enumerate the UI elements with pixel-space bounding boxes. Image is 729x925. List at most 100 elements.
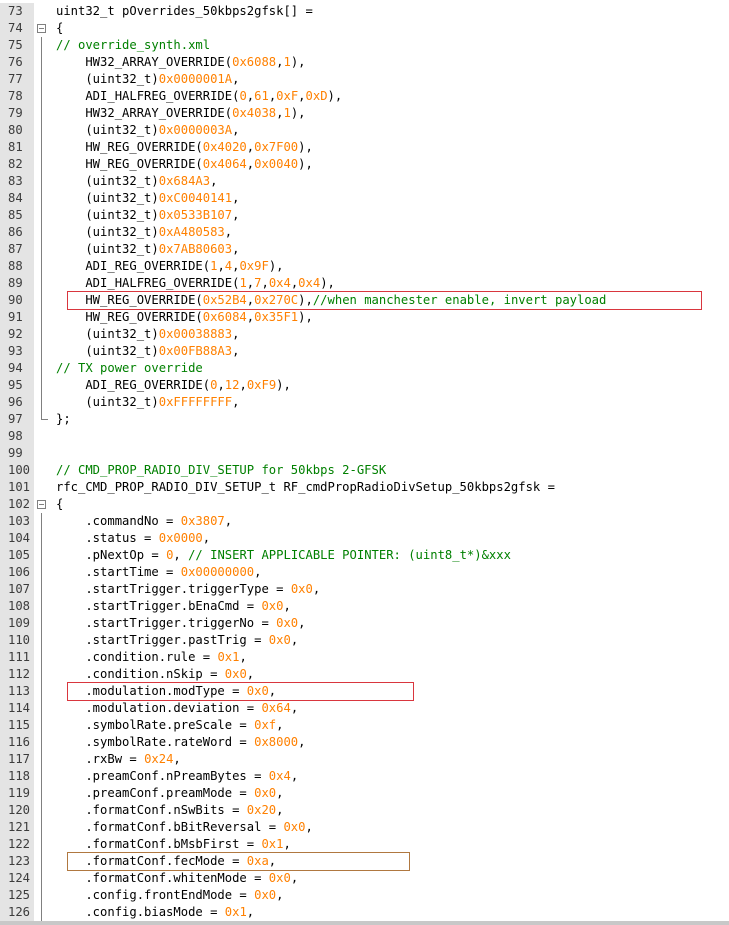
line-number: 85 <box>0 207 34 224</box>
number-literal: 0x24 <box>144 752 174 766</box>
number-literal: 0x4064 <box>202 157 247 171</box>
fold-collapse-icon[interactable] <box>34 496 50 513</box>
line-number: 94 <box>0 360 34 377</box>
code-text: rfc_CMD_PROP_RADIO_DIV_SETUP_t RF_cmdPro… <box>56 479 555 496</box>
number-literal: 0x0 <box>254 888 277 902</box>
code-editor[interactable]: 73 uint32_t pOverrides_50kbps2gfsk[] = 74 {… <box>0 0 729 925</box>
code-line[interactable]: 99 <box>0 445 729 462</box>
line-number: 114 <box>0 700 34 717</box>
code-token: ADI_REG_OVERRIDE( <box>56 259 211 273</box>
code-text: // TX power override <box>56 360 203 377</box>
code-comment: // INSERT APPLICABLE POINTER: (uint8_t*)… <box>188 548 511 562</box>
fold-margin <box>34 3 50 20</box>
code-line[interactable]: 92 (uint32_t)0x00038883, <box>0 326 729 343</box>
code-line[interactable]: 80 (uint32_t)0x0000003A, <box>0 122 729 139</box>
fold-margin <box>34 54 50 71</box>
code-line[interactable]: 112 .condition.nSkip = 0x0, <box>0 666 729 683</box>
code-token: .condition.nSkip = <box>56 667 225 681</box>
code-line[interactable]: 116 .symbolRate.rateWord = 0x8000, <box>0 734 729 751</box>
code-text: HW_REG_OVERRIDE(0x6084,0x35F1), <box>56 309 313 326</box>
code-text: .startTrigger.bEnaCmd = 0x0, <box>56 598 290 615</box>
code-text: .modulation.deviation = 0x64, <box>56 700 298 717</box>
code-line[interactable]: 124 .formatConf.whitenMode = 0x0, <box>0 870 729 887</box>
code-line[interactable]: 108 .startTrigger.bEnaCmd = 0x0, <box>0 598 729 615</box>
line-number: 83 <box>0 173 34 190</box>
code-line[interactable]: 98 <box>0 428 729 445</box>
code-line[interactable]: 109 .startTrigger.triggerNo = 0x0, <box>0 615 729 632</box>
code-line[interactable]: 119 .preamConf.preamMode = 0x0, <box>0 785 729 802</box>
code-line[interactable]: 104 .status = 0x0000, <box>0 530 729 547</box>
code-line[interactable]: 96 (uint32_t)0xFFFFFFFF, <box>0 394 729 411</box>
fold-margin <box>34 309 50 326</box>
code-line[interactable]: 78 ADI_HALFREG_OVERRIDE(0,61,0xF,0xD), <box>0 88 729 105</box>
code-line[interactable]: 93 (uint32_t)0x00FB88A3, <box>0 343 729 360</box>
code-line[interactable]: 111 .condition.rule = 0x1, <box>0 649 729 666</box>
code-line[interactable]: 101 rfc_CMD_PROP_RADIO_DIV_SETUP_t RF_cmd… <box>0 479 729 496</box>
fold-margin <box>34 564 50 581</box>
line-number: 117 <box>0 751 34 768</box>
number-literal: 0x684A3 <box>158 174 211 188</box>
code-line[interactable]: 89 ADI_HALFREG_OVERRIDE(1,7,0x4,0x4), <box>0 275 729 292</box>
code-line[interactable]: 118 .preamConf.nPreamBytes = 0x4, <box>0 768 729 785</box>
code-text: // override_synth.xml <box>56 37 210 54</box>
code-line[interactable]: 84 (uint32_t)0xC0040141, <box>0 190 729 207</box>
code-line[interactable]: 81 HW_REG_OVERRIDE(0x4020,0x7F00), <box>0 139 729 156</box>
code-line[interactable]: 87 (uint32_t)0x7AB80603, <box>0 241 729 258</box>
code-line[interactable]: 73 uint32_t pOverrides_50kbps2gfsk[] = <box>0 3 729 20</box>
code-line[interactable]: 102 { <box>0 496 729 513</box>
code-line[interactable]: 122 .formatConf.bMsbFirst = 0x1, <box>0 836 729 853</box>
code-text: .formatConf.bBitReversal = 0x0, <box>56 819 312 836</box>
code-token: ADI_REG_OVERRIDE( <box>56 378 211 392</box>
code-line[interactable]: 88 ADI_REG_OVERRIDE(1,4,0x9F), <box>0 258 729 275</box>
code-line[interactable]: 115 .symbolRate.preScale = 0xf, <box>0 717 729 734</box>
code-line[interactable]: 94 // TX power override <box>0 360 729 377</box>
code-token: .formatConf.whitenMode = <box>56 871 269 885</box>
code-line[interactable]: 105 .pNextOp = 0, // INSERT APPLICABLE P… <box>0 547 729 564</box>
code-line[interactable]: 100 // CMD_PROP_RADIO_DIV_SETUP for 50kbp… <box>0 462 729 479</box>
code-line[interactable]: 83 (uint32_t)0x684A3, <box>0 173 729 190</box>
code-text: .condition.nSkip = 0x0, <box>56 666 254 683</box>
code-line[interactable]: 97}; <box>0 411 729 428</box>
code-line[interactable]: 76 HW32_ARRAY_OVERRIDE(0x6088,1), <box>0 54 729 71</box>
fold-collapse-icon[interactable] <box>34 20 50 37</box>
code-line[interactable]: 120 .formatConf.nSwBits = 0x20, <box>0 802 729 819</box>
code-token: .rxBw = <box>56 752 145 766</box>
number-literal: 0 <box>239 89 247 103</box>
code-line[interactable]: 117 .rxBw = 0x24, <box>0 751 729 768</box>
code-line[interactable]: 114 .modulation.deviation = 0x64, <box>0 700 729 717</box>
code-text: HW32_ARRAY_OVERRIDE(0x4038,1), <box>56 105 305 122</box>
code-line[interactable]: 107 .startTrigger.triggerType = 0x0, <box>0 581 729 598</box>
line-number: 121 <box>0 819 34 836</box>
code-text: ADI_REG_OVERRIDE(1,4,0x9F), <box>56 258 283 275</box>
code-line[interactable]: 74 { <box>0 20 729 37</box>
code-line[interactable]: 103 .commandNo = 0x3807, <box>0 513 729 530</box>
horizontal-scrollbar[interactable] <box>0 921 729 925</box>
code-text: .config.biasMode = 0x1, <box>56 904 254 921</box>
code-line[interactable]: 126 .config.biasMode = 0x1, <box>0 904 729 921</box>
fold-margin <box>34 853 50 870</box>
code-token: , <box>276 888 284 902</box>
code-token: ), <box>298 157 313 171</box>
code-line[interactable]: 121 .formatConf.bBitReversal = 0x0, <box>0 819 729 836</box>
code-line[interactable]: 77 (uint32_t)0x0000001A, <box>0 71 729 88</box>
code-line[interactable]: 106 .startTime = 0x00000000, <box>0 564 729 581</box>
code-text: .startTrigger.triggerNo = 0x0, <box>56 615 305 632</box>
code-text: .pNextOp = 0, // INSERT APPLICABLE POINT… <box>56 547 511 564</box>
code-text: .commandNo = 0x3807, <box>56 513 232 530</box>
code-token: .preamConf.preamMode = <box>56 786 255 800</box>
code-line[interactable]: 75 // override_synth.xml <box>0 37 729 54</box>
line-number: 96 <box>0 394 34 411</box>
code-line[interactable]: 82 HW_REG_OVERRIDE(0x4064,0x0040), <box>0 156 729 173</box>
code-line[interactable]: 85 (uint32_t)0x0533B107, <box>0 207 729 224</box>
code-text: (uint32_t)0x00038883, <box>56 326 239 343</box>
fold-margin <box>34 751 50 768</box>
code-line[interactable]: 79 HW32_ARRAY_OVERRIDE(0x4038,1), <box>0 105 729 122</box>
code-line[interactable]: 110 .startTrigger.pastTrig = 0x0, <box>0 632 729 649</box>
number-literal: 0x1 <box>217 650 240 664</box>
line-number: 123 <box>0 853 34 870</box>
code-line[interactable]: 125 .config.frontEndMode = 0x0, <box>0 887 729 904</box>
code-line[interactable]: 95 ADI_REG_OVERRIDE(0,12,0xF9), <box>0 377 729 394</box>
code-line[interactable]: 86 (uint32_t)0xA480583, <box>0 224 729 241</box>
code-line[interactable]: 91 HW_REG_OVERRIDE(0x6084,0x35F1), <box>0 309 729 326</box>
fold-margin <box>34 547 50 564</box>
